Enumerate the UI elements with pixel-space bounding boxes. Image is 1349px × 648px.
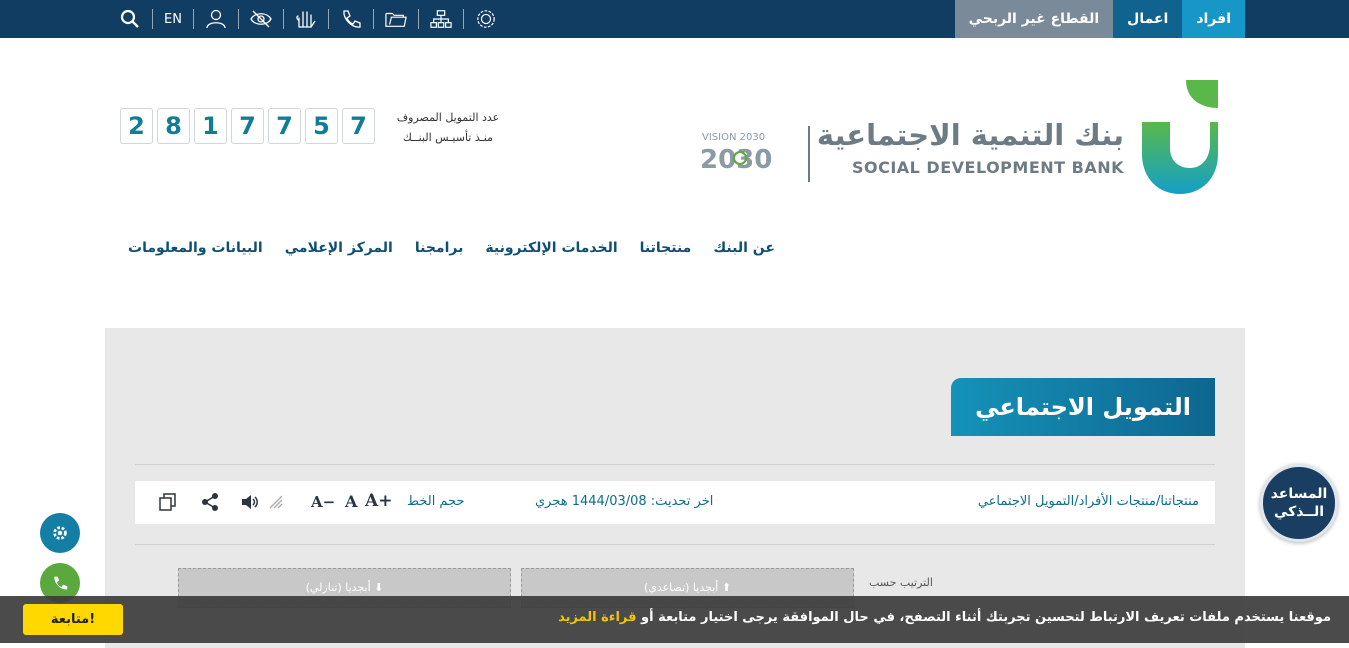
counter-digit: 1 [194, 108, 227, 144]
share-icon[interactable] [199, 491, 221, 513]
gear-icon [53, 526, 67, 540]
bank-name-english: SOCIAL DEVELOPMENT BANK [851, 158, 1124, 177]
sign-language-icon[interactable] [284, 9, 329, 29]
last-updated: اخر تحديث: 1444/03/08 هجري [535, 494, 714, 509]
page-title: التمويل الاجتماعي [951, 378, 1215, 436]
cookie-accept-button[interactable]: متابعة! [23, 604, 123, 635]
smart-assistant-button[interactable]: المساعد الــذكي [1260, 464, 1338, 542]
top-bar: افراد اعمال القطاع غير الربحي EN [0, 0, 1349, 38]
folder-icon[interactable] [374, 9, 419, 29]
counter-label-line1: عدد التمويل المصروف [396, 111, 500, 124]
phone-icon [54, 576, 68, 590]
sort-label: الترتيب حسب [869, 576, 933, 589]
speaker-icon[interactable] [239, 491, 261, 513]
cookie-message: موقعنا يستخدم ملفات تعريف الارتباط لتحسي… [558, 610, 1331, 625]
nav-programs[interactable]: برامجنا [415, 240, 464, 256]
utility-toolbar: EN [108, 0, 508, 38]
sitemap-icon[interactable] [419, 9, 464, 29]
arrow-down-icon: ⬇ [370, 581, 384, 594]
vision-2030-logo: VISION 2030 2030 [700, 128, 782, 184]
counter-label-line2: منـذ تأسيـس البنــك [402, 131, 494, 144]
funding-counter: 2 8 1 7 7 5 7 [120, 108, 375, 144]
breadcrumb[interactable]: منتجاتنا/منتجات الأفراد/التمويل الاجتماع… [978, 494, 1199, 509]
audience-tabs: افراد اعمال القطاع غير الربحي [954, 0, 1245, 38]
nav-media-center[interactable]: المركز الإعلامي [285, 240, 393, 256]
tab-individuals[interactable]: افراد [1182, 0, 1245, 38]
divider [135, 544, 1215, 545]
nav-products[interactable]: منتجاتنا [640, 240, 692, 256]
read-more-link[interactable]: قراءة المزيد [558, 610, 636, 625]
divider [135, 464, 1215, 465]
main-navigation: عن البنك منتجاتنا الخدمات الإلكترونية بر… [128, 240, 775, 256]
nav-data-information[interactable]: البيانات والمعلومات [128, 240, 263, 256]
counter-digit: 5 [305, 108, 338, 144]
nav-about[interactable]: عن البنك [713, 240, 775, 256]
settings-badge-icon[interactable] [464, 9, 508, 29]
cookie-banner: موقعنا يستخدم ملفات تعريف الارتباط لتحسي… [0, 596, 1349, 643]
logo-divider [808, 126, 810, 182]
user-icon[interactable] [194, 9, 239, 29]
vision-text: VISION 2030 [702, 132, 765, 143]
bank-name-arabic: بنك التنمية الاجتماعية [816, 118, 1124, 152]
listen-off-icon[interactable] [265, 491, 287, 513]
font-size-label: حجم الخط [407, 494, 465, 509]
svg-text:2030: 2030 [700, 145, 772, 175]
counter-digit: 7 [231, 108, 264, 144]
tab-nonprofit[interactable]: القطاع غير الربحي [954, 0, 1114, 38]
font-normal-button[interactable]: A [345, 492, 357, 511]
copy-icon[interactable] [157, 491, 179, 513]
counter-digit: 7 [342, 108, 375, 144]
bank-logo-mark [1140, 78, 1220, 196]
font-decrease-button[interactable]: A− [311, 493, 335, 511]
nav-eservices[interactable]: الخدمات الإلكترونية [485, 240, 617, 256]
arrow-up-icon: ⬆ [718, 581, 732, 594]
counter-digit: 2 [120, 108, 153, 144]
language-toggle[interactable]: EN [153, 9, 194, 29]
settings-fab[interactable] [40, 513, 80, 553]
assistant-line1: المساعد [1270, 486, 1328, 502]
counter-digit: 8 [157, 108, 190, 144]
counter-digit: 7 [268, 108, 301, 144]
font-increase-button[interactable]: A+ [365, 491, 392, 511]
phone-icon[interactable] [329, 9, 374, 29]
tab-business[interactable]: اعمال [1113, 0, 1183, 38]
bank-logo[interactable]: VISION 2030 2030 بنك التنمية الاجتماعية … [700, 78, 1220, 198]
eye-slash-icon[interactable] [239, 9, 284, 29]
search-icon[interactable] [108, 9, 153, 29]
assistant-line2: الــذكي [1273, 504, 1325, 520]
page-info-bar: منتجاتنا/منتجات الأفراد/التمويل الاجتماع… [135, 481, 1215, 524]
counter-label: عدد التمويل المصروف منـذ تأسيـس البنــك [388, 108, 508, 148]
